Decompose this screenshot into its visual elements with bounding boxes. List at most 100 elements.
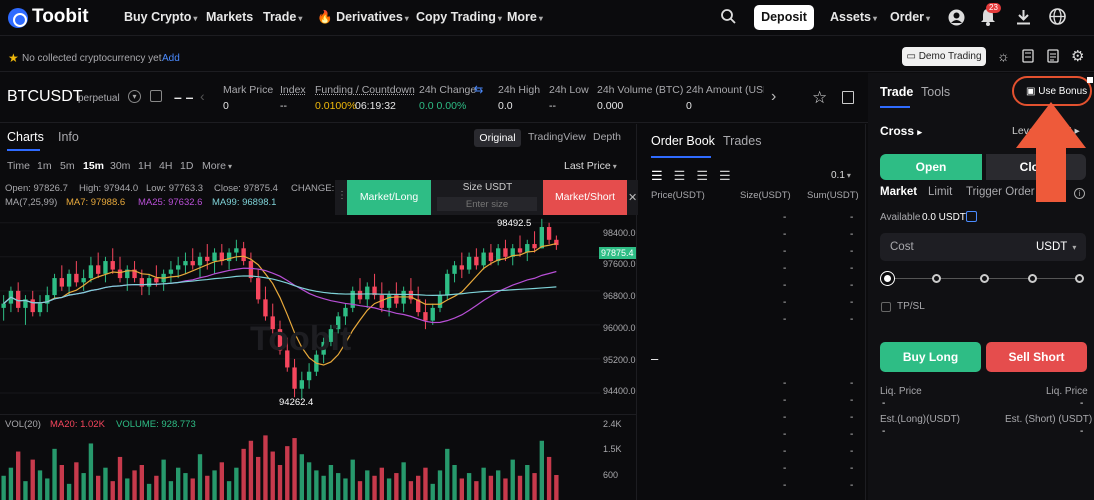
nav-order[interactable]: Order ▾ [890, 10, 930, 24]
transfer-icon[interactable] [966, 211, 977, 222]
size-input[interactable] [437, 197, 537, 211]
scroll-right-icon[interactable]: › [771, 88, 776, 106]
candle [546, 227, 552, 240]
candle [52, 278, 57, 296]
tab-info[interactable]: Info [58, 130, 79, 144]
stat-index-label[interactable]: Index [280, 84, 306, 96]
view-tradingview[interactable]: TradingView [528, 131, 586, 143]
globe-icon[interactable] [1049, 8, 1066, 29]
stat-mark-price-value: 0 [223, 100, 229, 112]
tf-time[interactable]: Time [7, 160, 30, 172]
nav-assets[interactable]: Assets ▾ [830, 10, 877, 24]
document-icon[interactable] [1047, 49, 1059, 67]
slider-step-25[interactable] [932, 274, 941, 283]
close-icon[interactable]: ✕ [628, 191, 637, 204]
nav-buy-crypto[interactable]: Buy Crypto ▾ [124, 10, 197, 24]
view-depth[interactable]: Depth [593, 131, 621, 143]
layout-both-icon[interactable]: ☰ [651, 168, 674, 183]
last-price-selector[interactable]: Last Price ▾ [564, 160, 617, 172]
tab-charts[interactable]: Charts [7, 130, 44, 144]
tf-30m[interactable]: 30m [110, 160, 130, 172]
candle [66, 273, 72, 287]
layout-depth-icon[interactable]: ☰ [719, 168, 742, 183]
view-original[interactable]: Original [474, 129, 521, 147]
brand-name[interactable]: Toobit [32, 6, 89, 28]
stat-funding-label[interactable]: Funding / Countdown [315, 84, 415, 96]
use-bonus-button[interactable]: ▣ Use Bonus [1026, 86, 1087, 97]
volume-bar [263, 435, 268, 500]
drag-handle-icon[interactable]: ⋮ [337, 190, 347, 201]
tf-1m[interactable]: 1m [37, 160, 52, 172]
toobit-logo[interactable] [8, 8, 28, 28]
chevron-down-icon: ▾ [497, 14, 502, 23]
tf-15m[interactable]: 15m [83, 160, 104, 172]
calculator-icon[interactable] [1022, 49, 1034, 67]
add-favorite-link[interactable]: Add [162, 53, 180, 64]
candle [176, 265, 181, 270]
order-type-market[interactable]: Market [880, 186, 917, 198]
sun-icon[interactable]: ☼ [997, 48, 1010, 64]
slider-thumb[interactable] [881, 272, 894, 285]
volume-bar [197, 454, 203, 500]
candle [96, 265, 101, 274]
layout-asks-icon[interactable]: ☰ [696, 168, 719, 183]
download-icon[interactable] [1016, 9, 1031, 29]
tpsl-checkbox[interactable] [881, 302, 891, 312]
slider-step-50[interactable] [980, 274, 989, 283]
tf-1h[interactable]: 1H [138, 160, 151, 172]
candle [168, 269, 174, 274]
ohlc-change: CHANGE: [291, 183, 335, 194]
tf-5m[interactable]: 5m [60, 160, 75, 172]
tf-more[interactable]: More ▾ [202, 160, 232, 172]
volume-bar [459, 478, 464, 500]
nav-trade[interactable]: Trade ▾ [263, 10, 302, 24]
layout-bids-icon[interactable]: ☰ [674, 168, 697, 183]
cost-unit-select[interactable]: USDT ▾ [1036, 241, 1076, 253]
tab-trade[interactable]: Trade [880, 85, 913, 99]
symbol-dropdown-icon[interactable]: ▾ [128, 90, 141, 103]
tf-1d[interactable]: 1D [180, 160, 193, 172]
market-long-button[interactable]: Market/Long [347, 180, 431, 215]
tab-tools[interactable]: Tools [921, 85, 950, 99]
nav-more[interactable]: More ▾ [507, 10, 543, 24]
tab-trades[interactable]: Trades [723, 134, 761, 148]
deposit-button[interactable]: Deposit [754, 5, 814, 30]
candle [503, 248, 508, 257]
volume-chart[interactable] [0, 425, 600, 500]
nav-copy-trading[interactable]: Copy Trading ▾ [416, 10, 502, 24]
symbol-info-icon[interactable] [150, 90, 162, 102]
star-outline-icon[interactable]: ☆ [812, 88, 827, 108]
margin-mode-cross[interactable]: Cross ▸ [880, 124, 922, 138]
tab-order-book[interactable]: Order Book [651, 134, 715, 148]
nav-derivatives[interactable]: 🔥 Derivatives ▾ [317, 10, 409, 25]
order-book-cell: - [850, 212, 854, 223]
order-book-cell: - [783, 297, 787, 308]
candlestick-chart[interactable] [0, 205, 600, 415]
y-tick: 98400.0 [603, 228, 636, 238]
search-icon[interactable] [720, 8, 736, 28]
order-type-limit[interactable]: Limit [928, 186, 952, 198]
symbol-name[interactable]: BTCUSDT [7, 88, 83, 106]
nav-markets[interactable]: Markets [206, 10, 253, 24]
close-small-icon[interactable] [1087, 77, 1093, 83]
switch-icon[interactable]: ⇆ [474, 83, 483, 96]
notes-icon[interactable] [842, 91, 854, 104]
user-avatar-icon[interactable] [948, 9, 965, 30]
market-short-button[interactable]: Market/Short [543, 180, 627, 215]
settings-gear-icon[interactable]: ⚙ [1071, 47, 1084, 65]
stat-24h-amount-label: 24h Amount (USDT [686, 84, 764, 96]
col-size: Size(USDT) [740, 190, 791, 201]
available-value: 0.0 USDT [922, 212, 966, 223]
slider-step-100[interactable] [1075, 274, 1084, 283]
sell-short-button[interactable]: Sell Short [986, 342, 1087, 372]
book-layout-icons[interactable]: ☰☰☰☰ [651, 168, 742, 184]
slider-step-75[interactable] [1028, 274, 1037, 283]
demo-trading-button[interactable]: ▭ Demo Trading [902, 47, 986, 66]
open-tab[interactable]: Open [880, 154, 982, 180]
buy-long-button[interactable]: Buy Long [880, 342, 981, 372]
order-book-cell: - [783, 446, 787, 457]
scroll-left-icon[interactable]: ‹ [200, 88, 205, 104]
precision-select[interactable]: 0.1 ▾ [831, 170, 851, 181]
tf-4h[interactable]: 4H [159, 160, 172, 172]
chevron-down-icon: ▾ [926, 14, 931, 23]
